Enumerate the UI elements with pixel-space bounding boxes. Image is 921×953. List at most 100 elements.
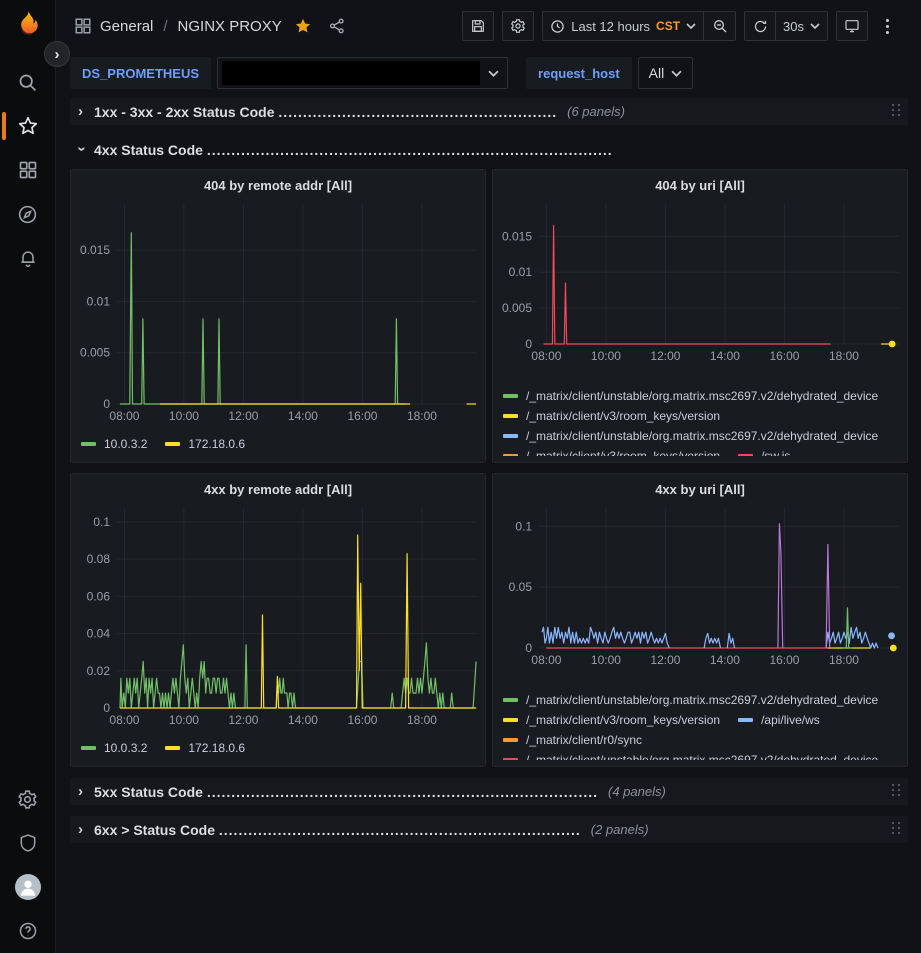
legend-item[interactable]: /_matrix/client/unstable/org.matrix.msc2… (503, 426, 878, 446)
legend-item[interactable]: 172.18.0.6 (165, 434, 245, 454)
x-tick-label: 08:00 (109, 713, 139, 727)
row-toggle-6xx[interactable]: › 6xx > Status Code ....................… (70, 816, 908, 843)
row-drag-handle[interactable] (892, 104, 902, 120)
time-series-chart[interactable]: 00.050.108:0010:0012:0014:0016:0018:00 (493, 502, 907, 675)
legend-swatch (503, 394, 518, 398)
sidebar-item-explore[interactable] (0, 192, 56, 236)
row-toggle-5xx[interactable]: › 5xx Status Code ......................… (70, 778, 908, 805)
zoom-out-time-button[interactable] (704, 11, 736, 41)
x-tick-label: 16:00 (769, 349, 799, 363)
dashboard-settings-button[interactable] (502, 11, 534, 41)
legend-label: /api/live/ws (761, 713, 820, 727)
x-tick-label: 08:00 (109, 409, 139, 423)
legend-label: 172.18.0.6 (188, 437, 245, 451)
legend-swatch (503, 758, 518, 760)
save-dashboard-button[interactable] (462, 11, 494, 41)
panel-title[interactable]: 404 by remote addr [All] (71, 174, 485, 198)
favorite-star-icon[interactable] (294, 17, 312, 35)
legend-item[interactable]: /_matrix/client/r0/sync (503, 730, 642, 750)
avatar (15, 874, 41, 900)
legend-item[interactable]: /_matrix/client/unstable/org.matrix.msc2… (503, 750, 878, 760)
panel-title[interactable]: 404 by uri [All] (493, 174, 907, 198)
x-tick-label: 16:00 (347, 409, 377, 423)
series-point (889, 341, 896, 348)
chart-plot[interactable]: 00.020.040.060.080.108:0010:0012:0014:00… (71, 502, 485, 730)
monitor-icon (844, 18, 860, 34)
legend-label: /_matrix/client/v3/room_keys/version (526, 409, 720, 423)
time-series-chart[interactable]: 00.020.040.060.080.108:0010:0012:0014:00… (71, 502, 485, 735)
time-series-chart[interactable]: 00.0050.010.01508:0010:0012:0014:0016:00… (71, 198, 485, 431)
legend-item[interactable]: /api/live/ws (738, 710, 820, 730)
legend-swatch (503, 698, 518, 702)
panel-title[interactable]: 4xx by remote addr [All] (71, 478, 485, 502)
breadcrumb-section[interactable]: General (100, 18, 153, 35)
y-tick-label: 0.1 (515, 519, 532, 533)
variable-label-ds-prometheus[interactable]: DS_PROMETHEUS (70, 57, 211, 89)
time-series-chart[interactable]: 00.0050.010.01508:0010:0012:0014:0016:00… (493, 198, 907, 371)
legend-item[interactable]: 10.0.3.2 (81, 434, 147, 454)
legend-swatch (81, 746, 96, 750)
row-panel-count: (6 panels) (567, 104, 625, 119)
y-tick-label: 0.1 (93, 515, 110, 529)
more-options-kebab-button[interactable] (876, 19, 899, 34)
legend-item[interactable]: /sw.js (738, 446, 790, 456)
chart-plot[interactable]: 00.0050.010.01508:0010:0012:0014:0016:00… (493, 198, 907, 366)
sidebar-item-configuration[interactable] (0, 777, 56, 821)
timezone-label: CST (656, 19, 680, 33)
legend-swatch (503, 738, 518, 742)
legend-item[interactable]: /_matrix/client/unstable/org.matrix.msc2… (503, 690, 878, 710)
y-tick-label: 0.04 (87, 627, 111, 641)
sidebar-item-alerting[interactable] (0, 236, 56, 280)
sidebar-expand-button[interactable]: › (44, 41, 70, 67)
x-tick-label: 10:00 (591, 653, 621, 667)
apps-grid-icon (74, 17, 92, 35)
sidebar-item-help[interactable] (0, 909, 56, 953)
panel-404-by-uri: 404 by uri [All] 00.0050.010.01508:0010:… (492, 169, 908, 463)
refresh-icon (753, 19, 768, 34)
legend-swatch (503, 454, 518, 456)
panel-title[interactable]: 4xx by uri [All] (493, 478, 907, 502)
x-tick-label: 12:00 (650, 349, 680, 363)
legend-item[interactable]: /_matrix/client/v3/room_keys/version (503, 710, 720, 730)
legend-item[interactable]: 10.0.3.2 (81, 738, 147, 758)
legend-item[interactable]: /_matrix/client/unstable/org.matrix.msc2… (503, 386, 878, 406)
x-tick-label: 14:00 (288, 713, 318, 727)
legend-item[interactable]: 172.18.0.6 (165, 738, 245, 758)
row-drag-handle[interactable] (892, 784, 902, 800)
y-tick-label: 0.01 (509, 265, 533, 279)
chart-plot[interactable]: 00.0050.010.01508:0010:0012:0014:0016:00… (71, 198, 485, 426)
row-toggle-1xx-3xx-2xx[interactable]: › 1xx - 3xx - 2xx Status Code ..........… (70, 98, 908, 125)
time-range-picker[interactable]: Last 12 hours CST (542, 11, 704, 41)
sidebar-item-dashboards[interactable] (0, 148, 56, 192)
variable-value-ds-prometheus[interactable] (217, 57, 508, 89)
row-title: 4xx Status Code (94, 142, 203, 158)
sidebar-item-profile[interactable] (0, 865, 56, 909)
row-toggle-4xx[interactable]: › 4xx Status Code ......................… (70, 136, 908, 163)
variable-selected-value: All (649, 65, 665, 81)
grafana-logo[interactable] (11, 8, 45, 42)
legend-item[interactable]: /_matrix/client/v3/room_keys/version (503, 446, 720, 456)
legend-swatch (738, 718, 753, 722)
series-line (544, 226, 831, 345)
sidebar-item-server-admin[interactable] (0, 821, 56, 865)
legend-item[interactable]: /_matrix/client/v3/room_keys/version (503, 406, 720, 426)
refresh-button[interactable] (744, 11, 776, 41)
legend-swatch (503, 414, 518, 418)
sidebar-item-search[interactable] (0, 60, 56, 104)
legend-label: /_matrix/client/unstable/org.matrix.msc2… (526, 753, 878, 760)
sidebar-item-starred[interactable] (0, 104, 56, 148)
tv-mode-button[interactable] (836, 11, 868, 41)
gear-icon (510, 18, 526, 34)
breadcrumb-dashboard-title[interactable]: NGINX PROXY (178, 18, 282, 35)
chevron-right-icon: › (78, 783, 86, 800)
legend-swatch (503, 434, 518, 438)
y-tick-label: 0.08 (87, 552, 111, 566)
refresh-interval-dropdown[interactable]: 30s (776, 11, 828, 41)
variable-label-request-host[interactable]: request_host (526, 57, 632, 89)
series-point (888, 632, 895, 639)
chart-plot[interactable]: 00.050.108:0010:0012:0014:0016:0018:00 (493, 502, 907, 670)
variable-value-request-host[interactable]: All (638, 57, 694, 89)
row-drag-handle[interactable] (892, 822, 902, 838)
row-panel-count: (2 panels) (591, 822, 649, 837)
share-icon[interactable] (328, 17, 346, 35)
